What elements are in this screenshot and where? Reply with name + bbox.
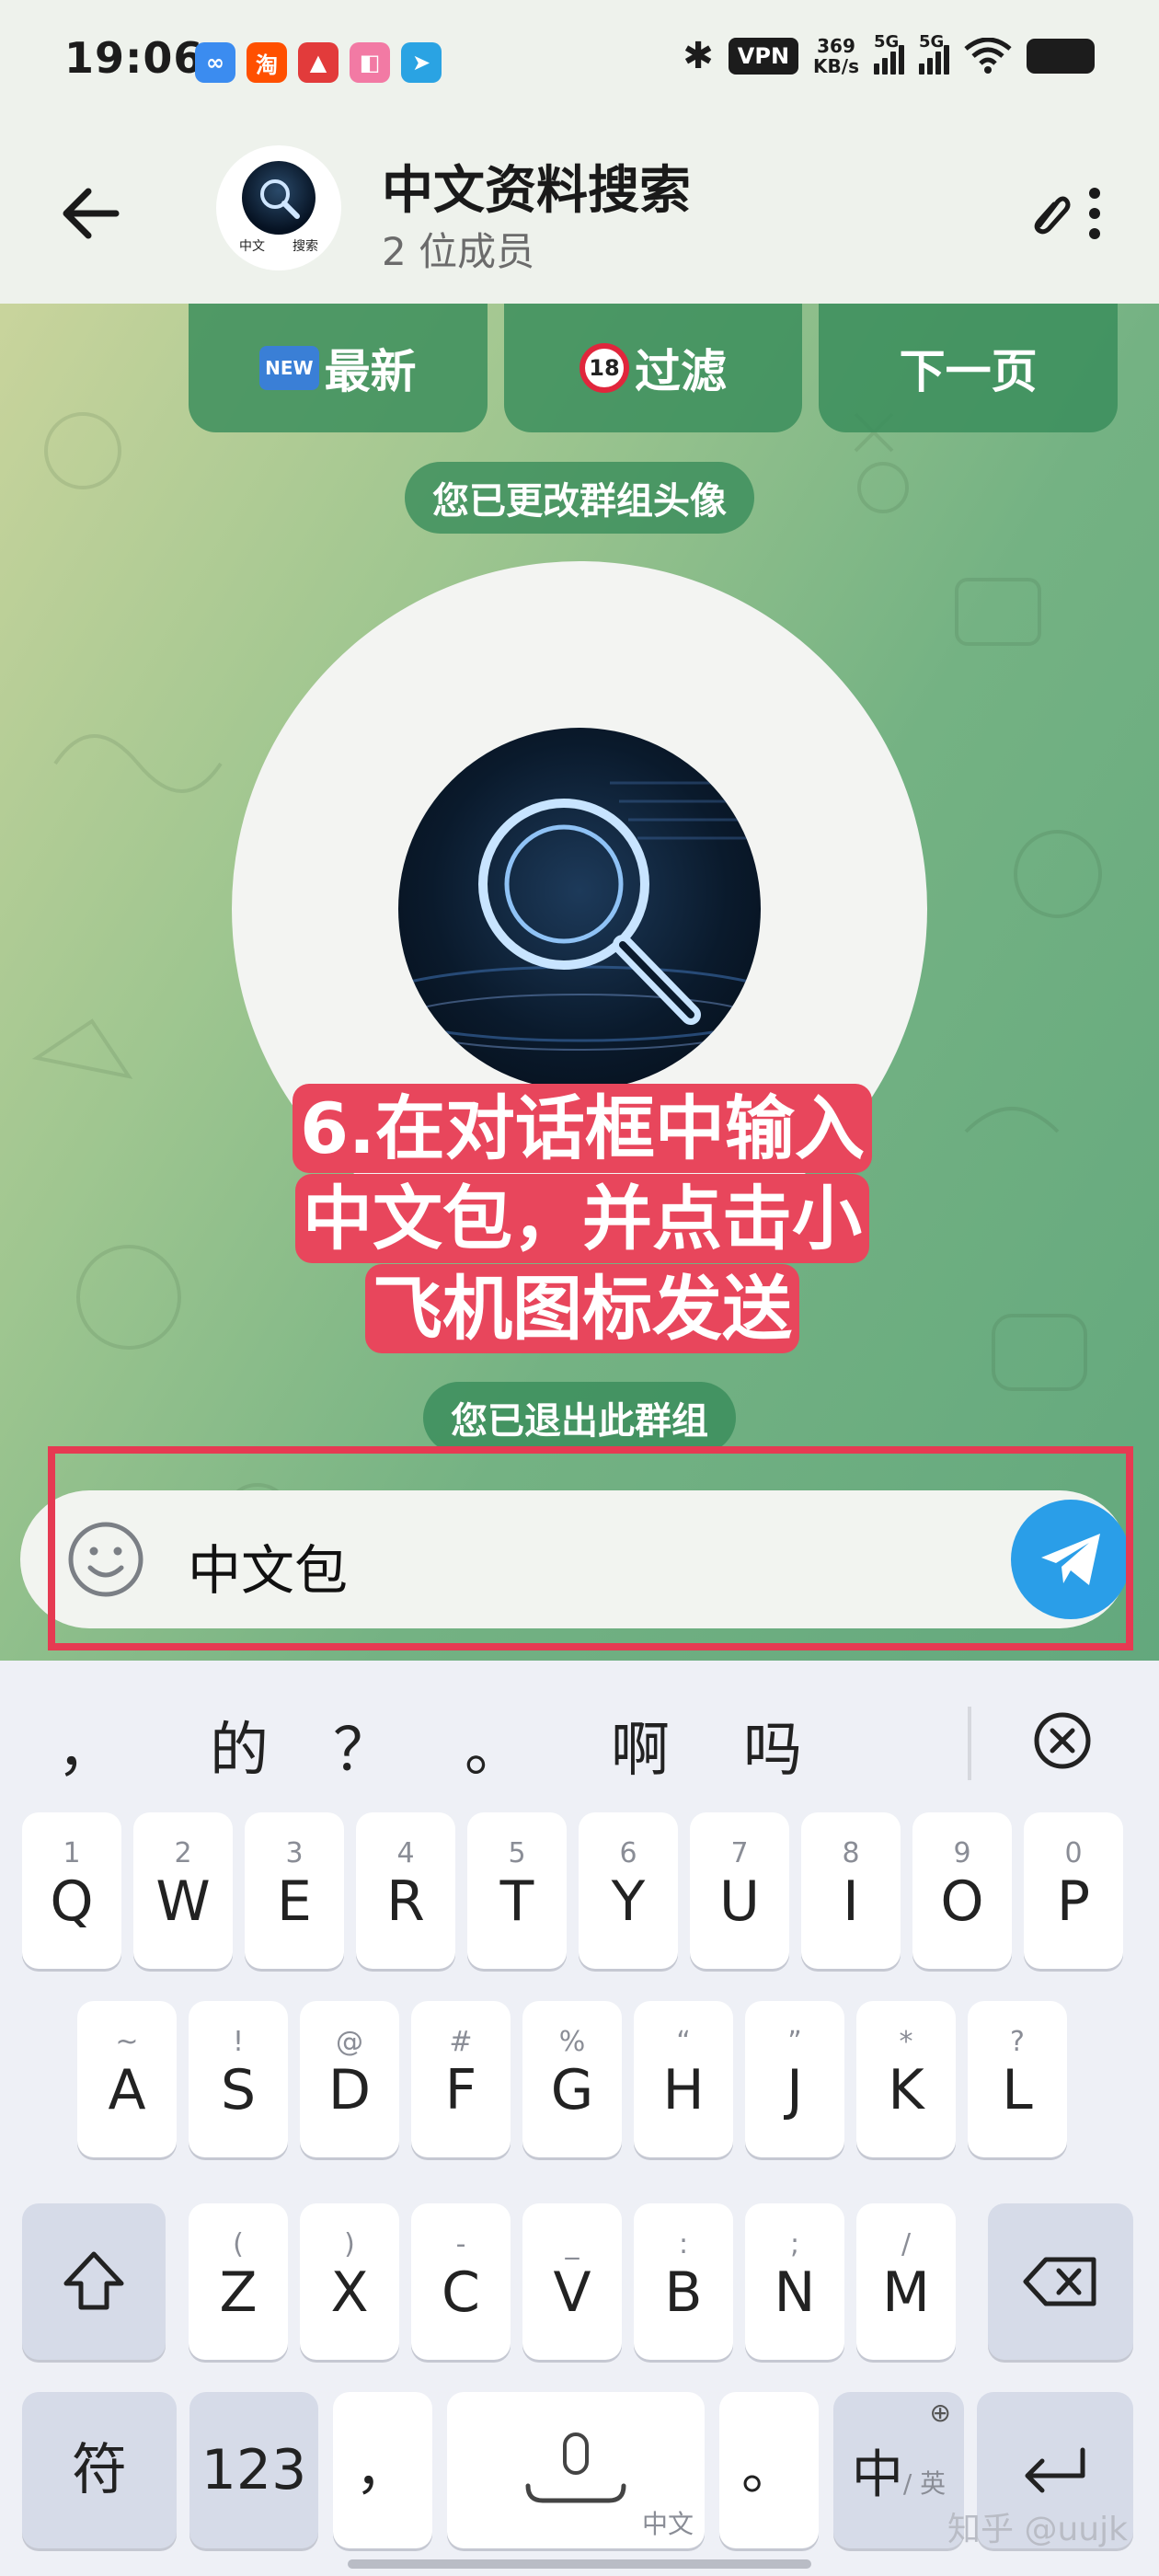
candidate-item[interactable]: ， [57,1703,116,1788]
magnifier-icon [398,781,761,1051]
key-l[interactable]: ? L [968,2001,1067,2157]
comma-key[interactable]: ， [333,2392,432,2548]
backspace-key[interactable] [988,2203,1133,2360]
period-key[interactable]: 。 [719,2392,819,2548]
shift-icon [63,2251,124,2310]
candidate-item[interactable]: 啊 [611,1703,670,1788]
key-p[interactable]: 0P [1024,1812,1123,1969]
key-s[interactable]: ! S [189,2001,288,2157]
group-title[interactable]: 中文资料搜索 [382,149,691,224]
battery-icon [1027,39,1095,74]
candidate-item[interactable]: 吗 [743,1703,802,1788]
key-b[interactable]: :B [634,2203,733,2360]
key-w[interactable]: 2W [133,1812,233,1969]
taobao-icon: 淘 [247,42,287,83]
highlight-frame [48,1446,1133,1650]
key-a[interactable]: ~ A [77,2001,177,2157]
key-x[interactable]: ) X [300,2203,399,2360]
language-switch-key[interactable]: ⊕ 中/ 英 [833,2392,964,2548]
candidate-item[interactable]: ？ [333,1703,392,1788]
home-indicator[interactable] [348,2559,811,2569]
filter-button[interactable]: 18 过滤 [503,304,803,432]
latest-button[interactable]: NEW 最新 [189,304,488,432]
status-indicators: ✱ VPN 369 KB/s 5G 5G [683,32,1095,77]
bilibili-icon: ◧ [350,42,390,83]
candidate-item[interactable]: 的 [210,1703,269,1788]
status-time: 19:06 [64,33,204,83]
shift-key[interactable] [22,2203,166,2360]
no-under-18-icon: 18 [580,343,629,393]
key-z[interactable]: (Z [189,2203,288,2360]
baidu-netdisk-icon: ∞ [195,42,235,83]
key-n[interactable]: ; N [745,2203,844,2360]
key-o[interactable]: 9O [912,1812,1012,1969]
key-t[interactable]: 5T [467,1812,567,1969]
key-r[interactable]: 4R [356,1812,455,1969]
shopping-app-icon: ▲ [298,42,339,83]
watermark: 知乎 @uujk [947,2511,1128,2548]
group-avatar[interactable]: 中文 搜索 [216,145,341,270]
service-message: 您已更改群组头像 [405,462,754,534]
network-speed: 369 KB/s [813,35,859,77]
vpn-badge: VPN [728,38,799,75]
key-k[interactable]: * K [856,2001,956,2157]
signal-strength-icon: 5G [919,32,949,75]
key-f[interactable]: # F [411,2001,511,2157]
globe-icon: ⊕ [929,2398,951,2428]
wifi-icon [964,38,1012,74]
edit-link-icon[interactable] [1030,192,1073,235]
candidate-item[interactable]: 。 [465,1703,523,1788]
telegram-icon: ➤ [401,42,442,83]
candidate-divider [968,1707,971,1780]
backspace-icon [1023,2257,1096,2306]
status-bar: 19:06 ∞ 淘 ▲ ◧ ➤ ✱ VPN 369 KB/s 5G 5G [0,0,1159,129]
signal-strength-icon: 5G [874,32,904,75]
new-emoji-icon: NEW [259,346,319,390]
bluetooth-icon: ✱ [683,35,714,77]
close-circle-icon[interactable] [1030,1708,1095,1773]
magnifier-icon [242,161,316,235]
key-i[interactable]: 8I [801,1812,901,1969]
candidate-bar: ， 的 ？ 。 啊 吗 [0,1661,1159,1817]
bot-keyboard: NEW 最新 18 过滤 下一页 [189,304,1119,432]
microphone-icon [525,2432,626,2503]
soft-keyboard: ， 的 ？ 。 啊 吗 1 Q 2 W 3 E 4 R 5 T 6 Y 7 U 8 I 9 O 0 P ~ A! S @ D # F… [0,1661,1159,2576]
symbols-key[interactable]: 符 [22,2392,177,2548]
key-v[interactable]: _ V [522,2203,622,2360]
chat-area[interactable]: NEW 最新 18 过滤 下一页 您已更改群组头像 6.在对话框中输入 中文包，… [0,304,1159,1661]
back-button[interactable] [53,177,127,250]
next-page-button[interactable]: 下一页 [819,304,1119,432]
more-options-icon[interactable] [1085,184,1104,243]
arrow-left-icon [63,188,120,239]
key-e[interactable]: 3E [245,1812,344,1969]
key-h[interactable]: “H [634,2001,733,2157]
tutorial-annotation: 6.在对话框中输入 中文包，并点击小 飞机图标发送 [267,1084,898,1354]
key-q[interactable]: 1Q [22,1812,121,1969]
key-u[interactable]: 7U [690,1812,789,1969]
numbers-key[interactable]: 123 [189,2392,318,2548]
chat-header: 中文 搜索 中文资料搜索 2 位成员 [0,129,1159,304]
notification-icons: ∞ 淘 ▲ ◧ ➤ [195,42,442,83]
key-y[interactable]: 6Y [579,1812,678,1969]
key-m[interactable]: / M [856,2203,956,2360]
key-c[interactable]: -C [411,2203,511,2360]
header-actions [1030,184,1104,243]
key-d[interactable]: @ D [300,2001,399,2157]
key-g[interactable]: % G [522,2001,622,2157]
service-message: 您已退出此群组 [423,1382,736,1454]
key-j[interactable]: ” J [745,2001,844,2157]
group-photo [398,728,761,1090]
space-key[interactable]: 中文 [447,2392,705,2548]
member-count: 2 位成员 [382,229,535,274]
return-icon [1025,2447,1085,2493]
